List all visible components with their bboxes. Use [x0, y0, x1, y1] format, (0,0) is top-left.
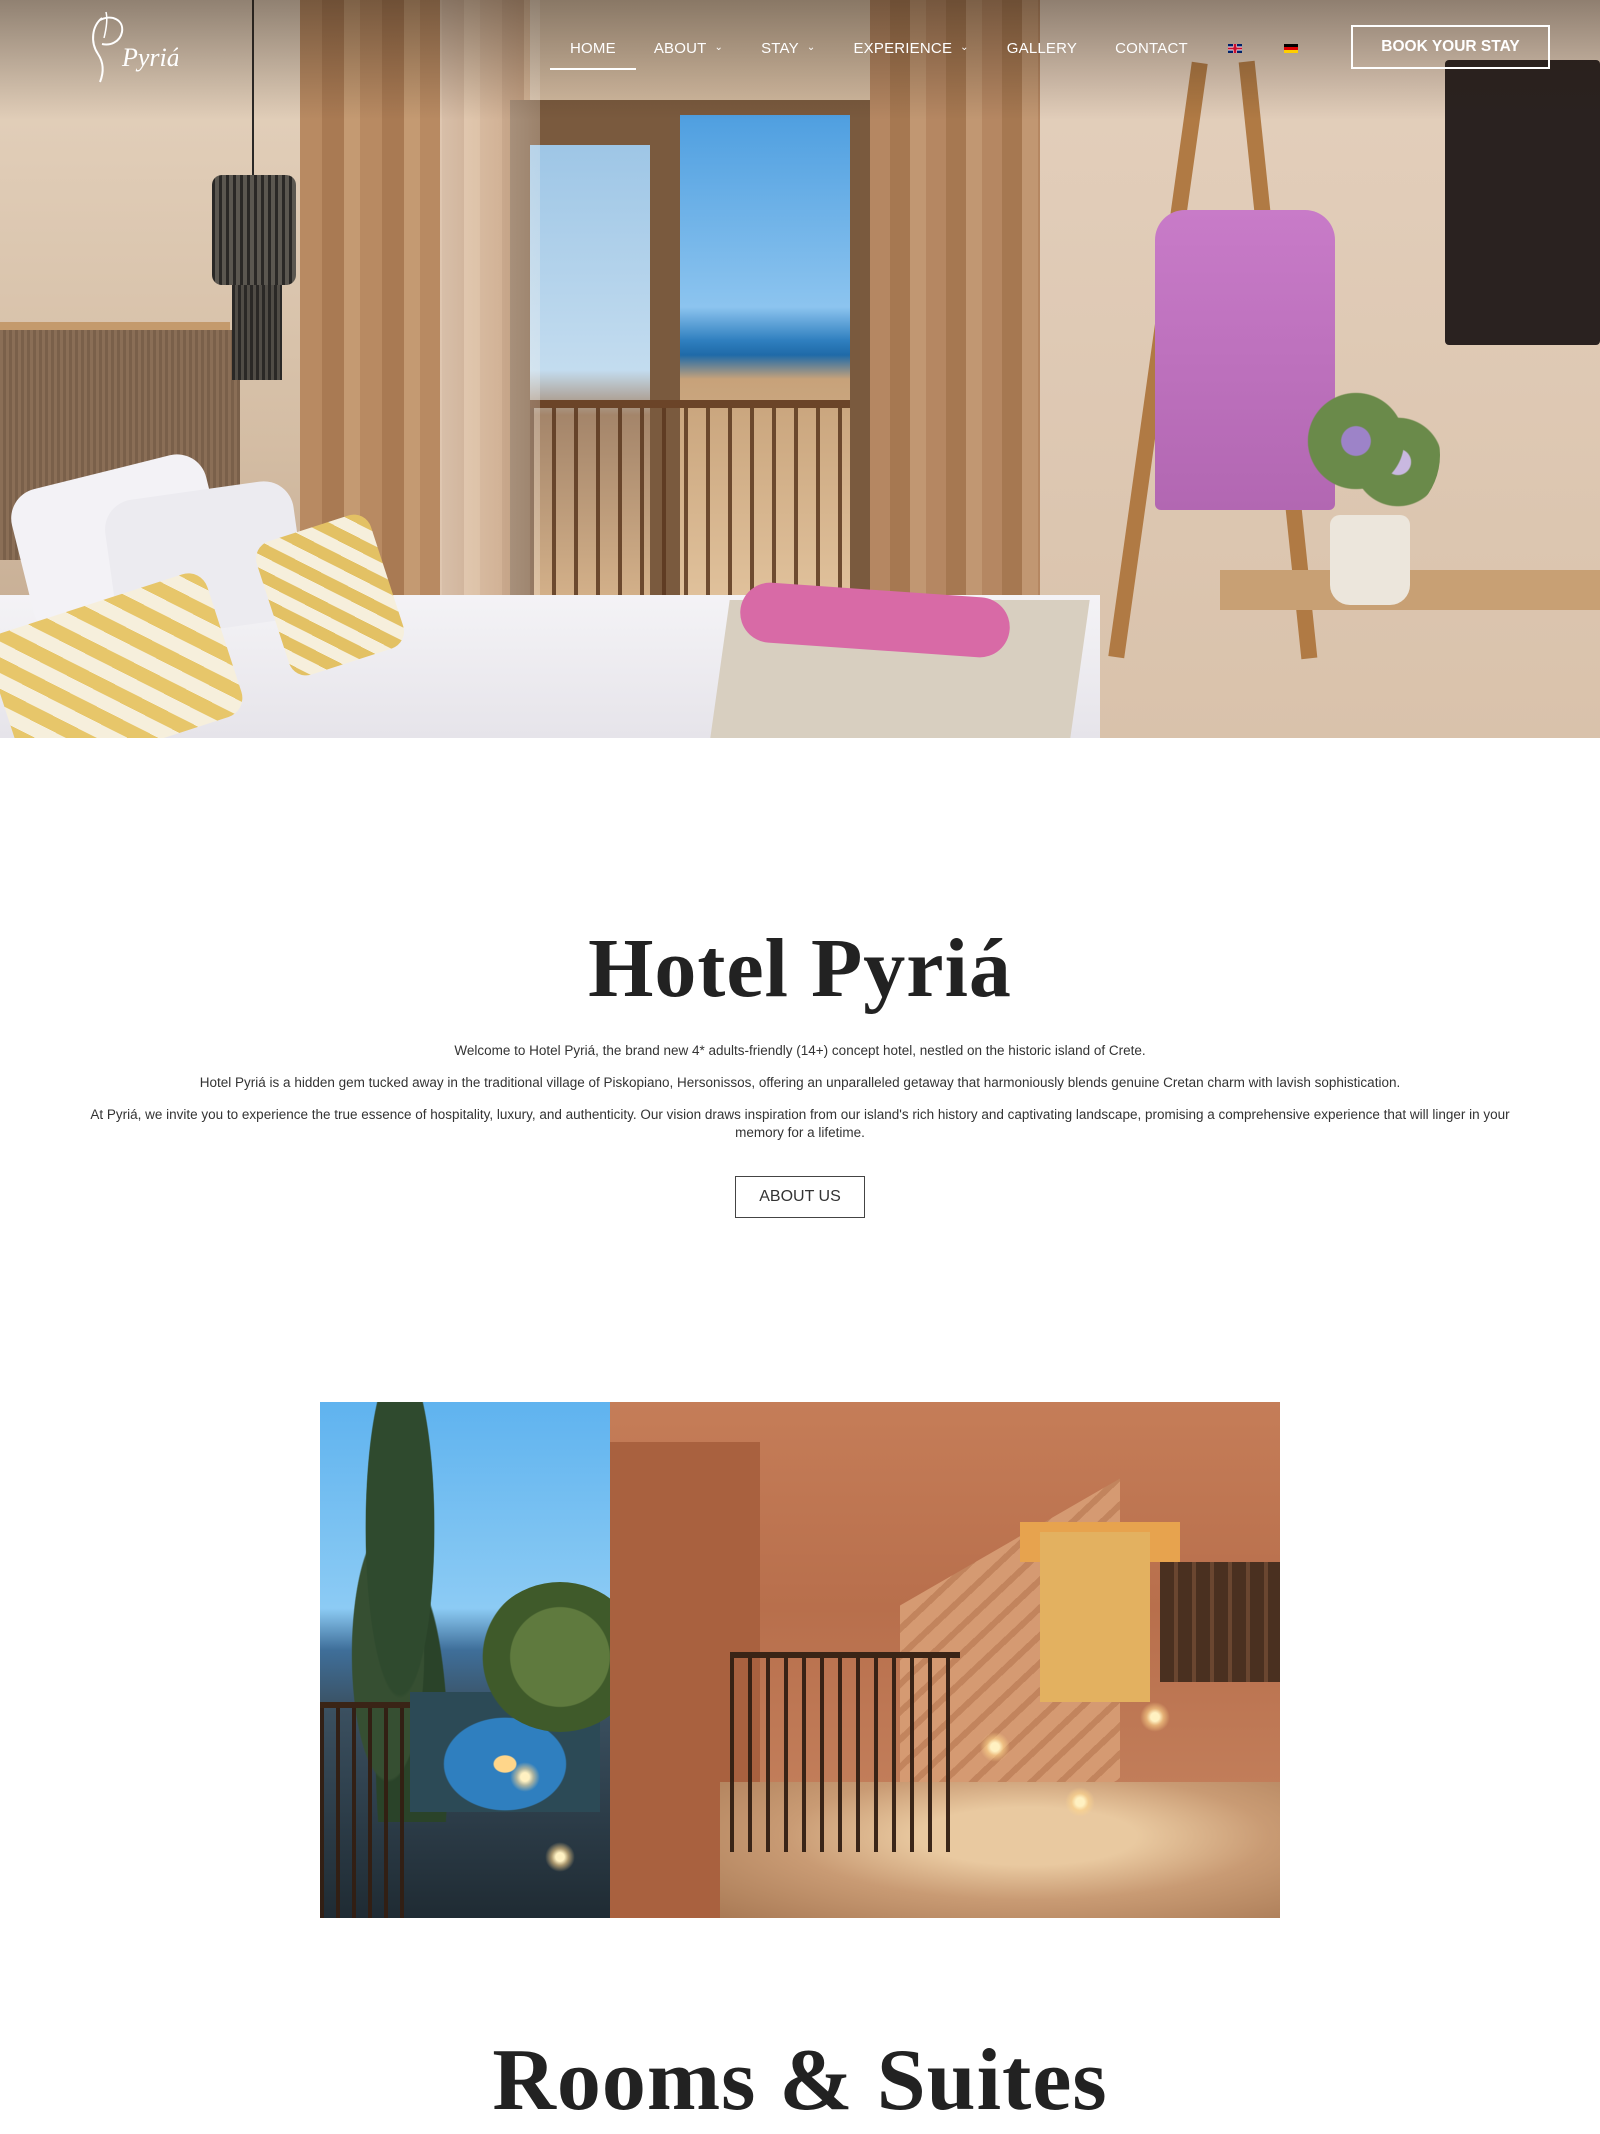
intro-paragraph-2: Hotel Pyriá is a hidden gem tucked away … — [199, 1075, 1401, 1090]
nav-stay[interactable]: STAY ⌄ — [761, 28, 815, 68]
photo-light — [980, 1732, 1010, 1762]
rooms-suites-heading: Rooms & Suites — [492, 2032, 1108, 2129]
main-nav: HOME ABOUT ⌄ STAY ⌄ EXPERIENCE ⌄ GALLERY CO… — [550, 28, 1298, 70]
photo-light — [1140, 1702, 1170, 1732]
hero-pendant-lamp — [212, 175, 296, 285]
hotel-exterior-photo — [320, 1402, 1280, 1918]
hero-flowers — [1300, 385, 1440, 525]
lang-en[interactable] — [1227, 28, 1242, 68]
hero-balcony-railing — [530, 400, 850, 600]
photo-railing — [730, 1652, 960, 1852]
nav-contact-label: CONTACT — [1115, 39, 1188, 57]
de-flag-icon — [1283, 43, 1298, 53]
photo-railing-left — [320, 1702, 410, 1918]
nav-about-label: ABOUT — [653, 39, 707, 57]
book-your-stay-button[interactable]: BOOK YOUR STAY — [1351, 25, 1550, 69]
chevron-down-icon: ⌄ — [714, 41, 724, 53]
nav-home[interactable]: HOME — [550, 28, 636, 70]
photo-light — [510, 1762, 540, 1792]
hero-pendant-lamp-bottom — [232, 285, 282, 380]
hero-vase — [1330, 515, 1410, 605]
chevron-down-icon: ⌄ — [806, 41, 816, 53]
nav-experience-label: EXPERIENCE — [853, 39, 953, 57]
nav-about[interactable]: ABOUT ⌄ — [654, 28, 723, 68]
about-us-button[interactable]: ABOUT US — [735, 1176, 865, 1218]
photo-door — [1040, 1532, 1150, 1702]
site-logo[interactable]: Pyriá — [88, 8, 180, 90]
photo-light — [1065, 1787, 1095, 1817]
photo-wood-fence — [1160, 1562, 1280, 1682]
page-title: Hotel Pyriá — [588, 922, 1012, 1015]
nav-contact[interactable]: CONTACT — [1115, 28, 1188, 68]
hero-desk — [1220, 570, 1600, 610]
nav-gallery-label: GALLERY — [1006, 39, 1078, 57]
photo-light — [545, 1842, 575, 1872]
nav-gallery[interactable]: GALLERY — [1007, 28, 1077, 68]
nav-stay-label: STAY — [761, 39, 799, 57]
intro-paragraph-3: At Pyriá, we invite you to experience th… — [90, 1107, 1510, 1140]
chevron-down-icon: ⌄ — [960, 41, 969, 53]
lang-de[interactable] — [1283, 28, 1298, 68]
hero-room-image — [0, 0, 1600, 738]
pyria-logo-icon: Pyriá — [92, 11, 180, 83]
nav-home-label: HOME — [570, 39, 616, 57]
intro-paragraph-1: Welcome to Hotel Pyriá, the brand new 4*… — [454, 1043, 1146, 1058]
nav-experience[interactable]: EXPERIENCE ⌄ — [853, 28, 968, 68]
uk-flag-icon — [1227, 43, 1242, 53]
svg-text:Pyriá: Pyriá — [121, 43, 178, 72]
